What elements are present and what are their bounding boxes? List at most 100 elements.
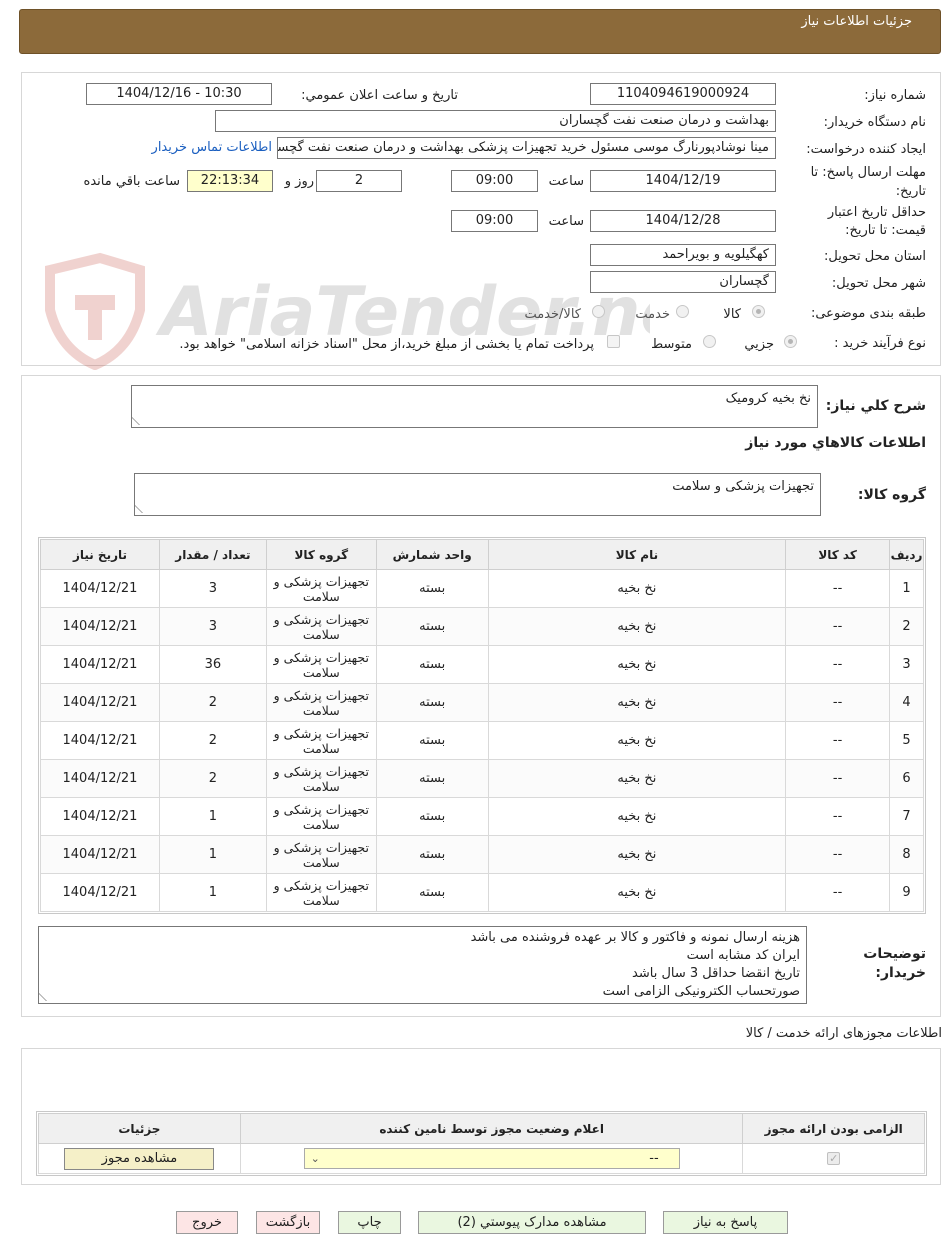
province-field: کهگیلویه و بویراحمد xyxy=(590,244,776,266)
validity-date-field: 1404/12/28 xyxy=(590,210,776,232)
permit-required-cell: ✓ xyxy=(742,1143,925,1174)
table-row: 4 -- نخ بخیه بسته تجهیزات پزشکی و سلامت 2 1404… xyxy=(40,683,924,722)
category-goods-service-label: کالا/خدمت xyxy=(524,307,581,322)
cell-name: نخ بخیه xyxy=(487,835,787,874)
category-service-radio[interactable] xyxy=(676,305,689,318)
cell-name: نخ بخیه xyxy=(487,797,787,836)
process-medium-radio[interactable] xyxy=(703,335,716,348)
category-label: طبقه بندی موضوعی: xyxy=(810,306,926,321)
goods-group-text: تجهیزات پزشکی و سلامت xyxy=(672,479,814,494)
category-goods-radio[interactable] xyxy=(752,305,765,318)
permit-details-cell: مشاهده مجوز xyxy=(38,1143,241,1174)
cell-date: 1404/12/21 xyxy=(40,797,160,836)
cell-unit: بسته xyxy=(375,721,489,760)
cell-group: تجهیزات پزشکی و سلامت xyxy=(265,569,377,608)
need-summary-label: شرح کلي نیاز: xyxy=(825,398,926,414)
buyer-note-line: هزینه ارسال نمونه و فاکتور و کالا بر عهد… xyxy=(470,930,800,945)
buyer-label: نام دستگاه خریدار: xyxy=(823,115,926,130)
view-attachments-button[interactable]: مشاهده مدارک پیوستي (2) xyxy=(418,1211,646,1234)
cell-qty: 2 xyxy=(158,759,267,798)
col-date: تاریخ نیاز xyxy=(40,539,160,570)
cell-group: تجهیزات پزشکی و سلامت xyxy=(265,683,377,722)
deadline-time-field: 09:00 xyxy=(451,170,538,192)
cell-code: -- xyxy=(785,873,891,912)
cell-unit: بسته xyxy=(375,607,489,646)
buyer-notes-field: هزینه ارسال نمونه و فاکتور و کالا بر عهد… xyxy=(38,926,807,1004)
items-table-wrap: ردیف کد کالا نام کالا واحد شمارش گروه کا… xyxy=(38,537,926,914)
cell-name: نخ بخیه xyxy=(487,721,787,760)
permit-status-cell: -- ⌄ xyxy=(239,1143,744,1174)
permits-row: ✓ -- ⌄ مشاهده مجوز xyxy=(38,1143,925,1174)
cell-name: نخ بخیه xyxy=(487,759,787,798)
cell-date: 1404/12/21 xyxy=(40,873,160,912)
col-code: کد کالا xyxy=(785,539,891,570)
table-row: 5 -- نخ بخیه بسته تجهیزات پزشکی و سلامت 2 1404… xyxy=(40,721,924,760)
back-button[interactable]: بازگشت xyxy=(256,1211,320,1234)
cell-name: نخ بخیه xyxy=(487,683,787,722)
process-minor-label: جزیي xyxy=(744,337,774,352)
need-summary-field: نخ بخیه کرومیک xyxy=(131,385,818,428)
col-permit-required: الزامی بودن ارائه مجوز xyxy=(742,1113,925,1144)
print-button[interactable]: چاپ xyxy=(338,1211,401,1234)
need-number-field: 1104094619000924 xyxy=(590,83,776,105)
buyer-notes-label: توضیحات xyxy=(863,946,926,962)
cell-group: تجهیزات پزشکی و سلامت xyxy=(265,835,377,874)
view-permit-button[interactable]: مشاهده مجوز xyxy=(64,1147,215,1170)
permits-title: اطلاعات مجوزهای ارائه خدمت / کالا xyxy=(745,1026,942,1041)
cell-name: نخ بخیه xyxy=(487,607,787,646)
province-label: استان محل تحویل: xyxy=(824,249,926,264)
cell-row: 1 xyxy=(889,569,924,608)
table-row: 1 -- نخ بخیه بسته تجهیزات پزشکی و سلامت 3 1404… xyxy=(40,569,924,608)
buyer-field: بهداشت و درمان صنعت نفت گچساران xyxy=(215,110,776,132)
category-goods-service-radio[interactable] xyxy=(592,305,605,318)
cell-row: 9 xyxy=(889,873,924,912)
cell-row: 2 xyxy=(889,607,924,646)
cell-unit: بسته xyxy=(375,797,489,836)
reply-button[interactable]: پاسخ به نیاز xyxy=(663,1211,788,1234)
table-row: 2 -- نخ بخیه بسته تجهیزات پزشکی و سلامت 3 1404… xyxy=(40,607,924,646)
cell-date: 1404/12/21 xyxy=(40,721,160,760)
goods-group-label: گروه کالا: xyxy=(857,487,926,503)
remaining-label: ساعت باقي مانده xyxy=(83,174,180,189)
deadline-label-2: تاریخ: xyxy=(895,184,926,199)
cell-code: -- xyxy=(785,607,891,646)
col-qty: تعداد / مقدار xyxy=(158,539,267,570)
resize-grip-icon xyxy=(135,505,150,513)
cell-name: نخ بخیه xyxy=(487,645,787,684)
contact-buyer-link[interactable]: اطلاعات تماس خریدار xyxy=(152,140,272,155)
treasury-payment-checkbox[interactable] xyxy=(607,335,620,348)
table-row: 3 -- نخ بخیه بسته تجهیزات پزشکی و سلامت 36 140… xyxy=(40,645,924,684)
deadline-date-field: 1404/12/19 xyxy=(590,170,776,192)
cell-name: نخ بخیه xyxy=(487,873,787,912)
buyer-notes-label-2: خریدار: xyxy=(875,965,926,981)
permits-table-wrap: الزامی بودن ارائه مجوز اعلام وضعیت مجوز … xyxy=(36,1111,927,1176)
items-table-body: 1 -- نخ بخیه بسته تجهیزات پزشکی و سلامت 3 1404… xyxy=(40,569,924,912)
permits-table-header: الزامی بودن ارائه مجوز اعلام وضعیت مجوز … xyxy=(38,1113,925,1144)
cell-qty: 1 xyxy=(158,797,267,836)
cell-unit: بسته xyxy=(375,569,489,608)
cell-group: تجهیزات پزشکی و سلامت xyxy=(265,721,377,760)
category-goods-label: کالا xyxy=(723,307,741,322)
goods-group-field: تجهیزات پزشکی و سلامت xyxy=(134,473,821,516)
validity-label: حداقل تاریخ اعتبار xyxy=(827,205,926,220)
process-minor-radio[interactable] xyxy=(784,335,797,348)
cell-group: تجهیزات پزشکی و سلامت xyxy=(265,607,377,646)
cell-qty: 3 xyxy=(158,569,267,608)
creator-field: مینا نوشادپورنارگ موسی مسئول خرید تجهیزا… xyxy=(277,137,776,159)
cell-unit: بسته xyxy=(375,873,489,912)
col-name: نام کالا xyxy=(487,539,787,570)
cell-date: 1404/12/21 xyxy=(40,607,160,646)
cell-date: 1404/12/21 xyxy=(40,569,160,608)
goods-info-title: اطلاعات کالاهاي مورد نیاز xyxy=(745,435,926,451)
process-label: نوع فرآیند خرید : xyxy=(834,336,926,351)
cell-qty: 2 xyxy=(158,721,267,760)
items-table-header: ردیف کد کالا نام کالا واحد شمارش گروه کا… xyxy=(40,539,924,570)
page-title: جزئیات اطلاعات نیاز xyxy=(801,14,912,29)
cell-code: -- xyxy=(785,683,891,722)
announce-label: تاریخ و ساعت اعلان عمومي: xyxy=(301,88,458,103)
exit-button[interactable]: خروج xyxy=(176,1211,238,1234)
treasury-payment-note: پرداخت تمام یا بخشی از مبلغ خرید،از محل … xyxy=(179,337,594,352)
cell-group: تجهیزات پزشکی و سلامت xyxy=(265,645,377,684)
permit-required-checkbox: ✓ xyxy=(827,1152,841,1165)
permit-status-select[interactable]: -- ⌄ xyxy=(303,1148,680,1169)
